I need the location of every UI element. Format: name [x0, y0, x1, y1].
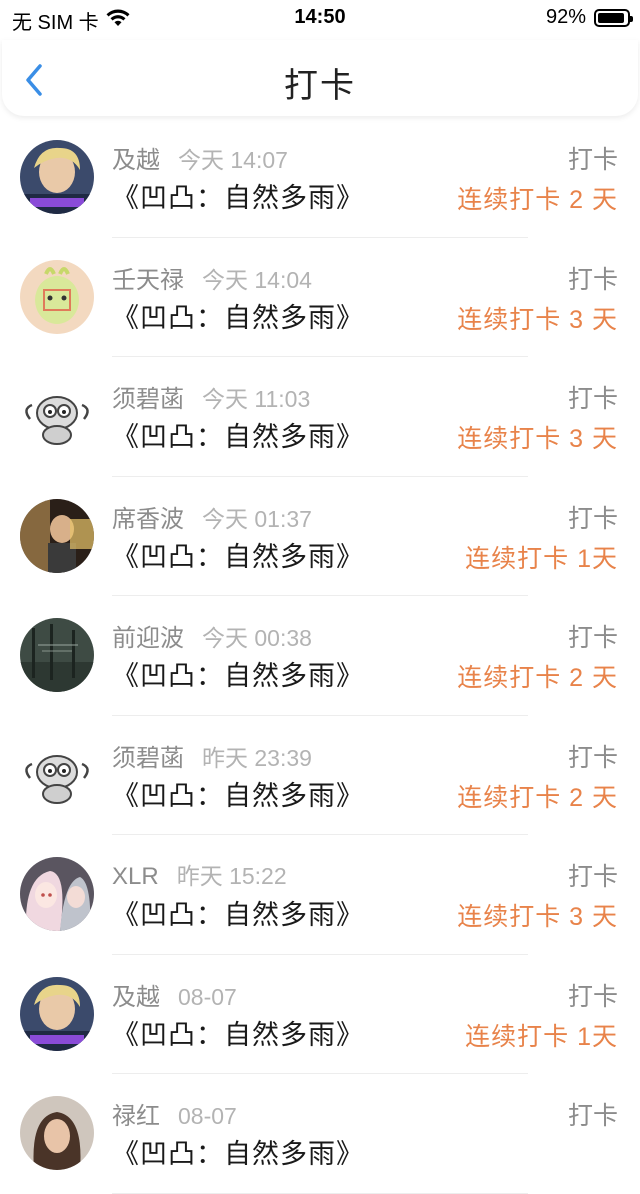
avatar[interactable]: [20, 259, 94, 334]
user-name[interactable]: XLR: [112, 863, 159, 890]
avatar[interactable]: [20, 379, 94, 453]
user-name[interactable]: 壬天禄: [112, 267, 184, 294]
book-title[interactable]: 《凹凸：自然多雨》: [112, 296, 364, 335]
streak-label: 连续打卡 2 天: [457, 186, 618, 214]
battery-percent: 92%: [545, 6, 586, 28]
avatar[interactable]: [20, 737, 94, 812]
divider: [112, 1192, 528, 1194]
user-name-line: 须碧菡 今天 11:03: [112, 379, 310, 414]
checkin-row[interactable]: 及越 08-07 《凹凸：自然多雨》 打卡 连续打卡 1天: [0, 955, 640, 1074]
user-name[interactable]: 前迎波: [112, 625, 184, 652]
avatar[interactable]: [20, 1096, 94, 1170]
checkin-action-label: 打卡: [567, 385, 618, 413]
user-name-line: 禄红 08-07: [112, 1096, 237, 1131]
user-name-line: 及越 今天 14:07: [112, 140, 288, 175]
book-title[interactable]: 《凹凸：自然多雨》: [112, 176, 364, 215]
avatar[interactable]: [20, 976, 94, 1051]
checkin-time: 今天 00:38: [202, 625, 312, 651]
streak-label: 连续打卡 2 天: [457, 783, 618, 812]
streak-label: 连续打卡 1天: [465, 544, 618, 573]
checkin-time: 昨天 23:39: [202, 744, 312, 771]
checkin-action-label: 打卡: [567, 504, 618, 533]
nav-bar: 打卡: [2, 40, 638, 116]
user-name[interactable]: 须碧菡: [112, 745, 184, 772]
checkin-time: 今天 14:04: [202, 266, 312, 293]
checkin-time: 08-07: [178, 983, 237, 1010]
checkin-action-label: 打卡: [567, 1102, 618, 1130]
user-name-line: 席香波 今天 01:37: [112, 499, 312, 534]
user-name[interactable]: 席香波: [112, 506, 184, 533]
checkin-row[interactable]: 席香波 今天 01:37 《凹凸：自然多雨》 打卡 连续打卡 1天: [0, 477, 640, 596]
avatar[interactable]: [20, 498, 94, 573]
battery-icon: [594, 8, 633, 27]
checkin-action-label: 打卡: [567, 982, 618, 1011]
avatar[interactable]: [20, 857, 94, 931]
checkin-action-label: 打卡: [567, 624, 618, 652]
streak-label: 连续打卡 1天: [465, 1022, 618, 1051]
checkin-row[interactable]: 及越 今天 14:07 《凹凸：自然多雨》 打卡 连续打卡 2 天: [0, 118, 640, 238]
checkin-time: 08-07: [178, 1103, 237, 1129]
book-title[interactable]: 《凹凸：自然多雨》: [112, 654, 364, 693]
checkin-row[interactable]: 壬天禄 今天 14:04 《凹凸：自然多雨》 打卡 连续打卡 3 天: [0, 238, 640, 357]
checkin-row[interactable]: 须碧菡 今天 11:03 《凹凸：自然多雨》 打卡 连续打卡 3 天: [0, 357, 640, 477]
checkin-time: 今天 11:03: [202, 386, 311, 412]
status-right: 92%: [545, 6, 633, 29]
checkin-action-label: 打卡: [567, 863, 618, 891]
book-title[interactable]: 《凹凸：自然多雨》: [112, 893, 364, 932]
book-title[interactable]: 《凹凸：自然多雨》: [112, 1013, 364, 1052]
user-name[interactable]: 及越: [112, 147, 160, 174]
book-title[interactable]: 《凹凸：自然多雨》: [112, 415, 364, 454]
checkin-list: 及越 今天 14:07 《凹凸：自然多雨》 打卡 连续打卡 2 天 壬天禄 今天 1…: [0, 118, 640, 1194]
checkin-time: 昨天 15:22: [176, 863, 287, 889]
user-name[interactable]: 禄红: [112, 1103, 160, 1130]
streak-label: 连续打卡 2 天: [457, 664, 618, 692]
avatar[interactable]: [20, 140, 94, 214]
user-name-line: 前迎波 今天 00:38: [112, 618, 312, 653]
book-title[interactable]: 《凹凸：自然多雨》: [112, 774, 364, 813]
checkin-action-label: 打卡: [567, 146, 618, 174]
checkin-row[interactable]: 禄红 08-07 《凹凸：自然多雨》 打卡: [0, 1074, 640, 1194]
book-title[interactable]: 《凹凸：自然多雨》: [112, 535, 364, 574]
avatar[interactable]: [20, 618, 94, 692]
checkin-action-label: 打卡: [567, 743, 618, 772]
checkin-row[interactable]: XLR 昨天 15:22 《凹凸：自然多雨》 打卡 连续打卡 3 天: [0, 835, 640, 955]
checkin-row[interactable]: 前迎波 今天 00:38 《凹凸：自然多雨》 打卡 连续打卡 2 天: [0, 596, 640, 716]
checkin-time: 今天 14:07: [178, 147, 288, 173]
checkin-time: 今天 01:37: [202, 505, 312, 532]
user-name-line: 壬天禄 今天 14:04: [112, 260, 312, 295]
user-name[interactable]: 及越: [112, 984, 160, 1011]
user-name-line: XLR 昨天 15:22: [112, 857, 287, 891]
user-name-line: 及越 08-07: [112, 977, 237, 1012]
status-bar: 无 SIM 卡 14:50 92%: [0, 0, 640, 40]
status-time: 14:50: [294, 6, 346, 28]
user-name-line: 须碧菡 昨天 23:39: [112, 738, 312, 773]
streak-label: 连续打卡 3 天: [457, 425, 618, 453]
checkin-action-label: 打卡: [567, 265, 618, 294]
checkin-row[interactable]: 须碧菡 昨天 23:39 《凹凸：自然多雨》 打卡 连续打卡 2 天: [0, 716, 640, 835]
page-title: 打卡: [284, 67, 356, 105]
streak-label: 连续打卡 3 天: [457, 305, 618, 334]
streak-label: 连续打卡 3 天: [457, 903, 618, 931]
user-name[interactable]: 须碧菡: [112, 386, 184, 413]
